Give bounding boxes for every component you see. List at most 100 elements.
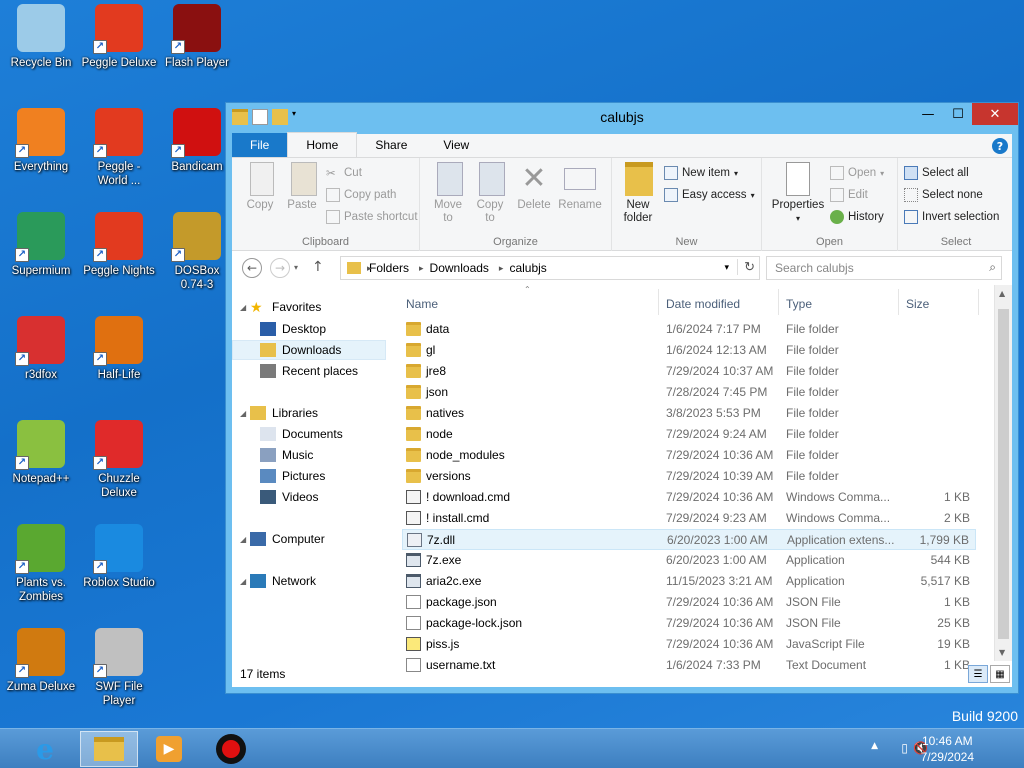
copy-to-button[interactable]: Copy to — [470, 162, 510, 225]
file-row[interactable]: data 1/6/2024 7:17 PM File folder — [402, 319, 976, 340]
desktop-icon-zuma[interactable]: ↗ Zuma Deluxe — [0, 628, 82, 728]
scroll-up-icon[interactable]: ▲ — [999, 289, 1005, 298]
nav-item-favorites[interactable]: ◢ ★ Favorites — [240, 297, 321, 317]
tab-share[interactable]: Share — [357, 133, 425, 157]
file-row[interactable]: 7z.dll 6/20/2023 1:00 AM Application exten… — [402, 529, 976, 550]
close-button[interactable]: ✕ — [972, 103, 1018, 125]
nav-item-downloads[interactable]: Downloads — [232, 340, 386, 360]
invert-selection-button[interactable]: Invert selection — [904, 208, 999, 226]
select-all-button[interactable]: Select all — [904, 164, 969, 182]
search-input[interactable]: Search calubjs — [766, 256, 1002, 280]
back-button[interactable]: ← — [242, 258, 262, 278]
recent-locations-icon[interactable]: ▾ — [294, 263, 298, 272]
file-row[interactable]: package.json 7/29/2024 10:36 AM JSON File 1… — [402, 592, 976, 613]
expand-chevron-icon[interactable]: ◢ — [240, 409, 246, 418]
column-divider[interactable] — [978, 289, 979, 315]
breadcrumb-calubjs[interactable]: calubjs — [509, 261, 546, 275]
network-tray-icon[interactable]: ▯ — [901, 741, 908, 755]
delete-button[interactable]: ✕ Delete — [514, 162, 554, 212]
nav-item-music[interactable]: Music — [260, 445, 313, 465]
cut-button[interactable]: ✂ Cut — [326, 164, 362, 182]
file-row[interactable]: node 7/29/2024 9:24 AM File folder — [402, 424, 976, 445]
forward-button[interactable]: → — [270, 258, 290, 278]
nav-item-computer[interactable]: ◢ Computer — [240, 529, 325, 549]
nav-item-documents[interactable]: Documents — [260, 424, 343, 444]
chevron-right-icon[interactable]: ▸ — [419, 263, 424, 274]
expand-chevron-icon[interactable]: ◢ — [240, 535, 246, 544]
edit-button[interactable]: Edit — [830, 186, 868, 204]
taskbar-media-player[interactable]: ▶ — [140, 731, 198, 767]
refresh-icon[interactable]: ↻ — [737, 259, 755, 275]
scroll-down-icon[interactable]: ▼ — [999, 648, 1005, 657]
column-divider[interactable] — [658, 289, 659, 315]
desktop-icon-pvz[interactable]: ↗ Plants vs. Zombies — [0, 524, 82, 624]
chevron-right-icon[interactable]: ▸ — [499, 263, 504, 274]
desktop-icon-peggle[interactable]: ↗ Peggle Nights — [78, 212, 160, 312]
tab-file[interactable]: File — [232, 133, 288, 157]
nav-item-videos[interactable]: Videos — [260, 487, 318, 507]
address-field[interactable]: ▸ Folders ▸ Downloads ▸ calubjs ▾ ↻ — [340, 256, 760, 280]
column-header-type[interactable]: Type — [786, 297, 812, 317]
large-icons-view-button[interactable]: ▦ — [990, 665, 1010, 683]
file-row[interactable]: ! install.cmd 7/29/2024 9:23 AM Windows Co… — [402, 508, 976, 529]
up-arrow-icon[interactable]: ↑ — [312, 259, 324, 275]
desktop-icon-notepadpp[interactable]: ↗ Notepad++ — [0, 420, 82, 520]
title-bar[interactable]: ▾ calubjs — ☐ ✕ — [226, 103, 1018, 133]
file-row[interactable]: piss.js 7/29/2024 10:36 AM JavaScript File… — [402, 634, 976, 655]
nav-item-network[interactable]: ◢ Network — [240, 571, 316, 591]
file-row[interactable]: versions 7/29/2024 10:39 AM File folder — [402, 466, 976, 487]
help-icon[interactable]: ? — [992, 138, 1008, 154]
file-row[interactable]: 7z.exe 6/20/2023 1:00 AM Application 544 KB — [402, 550, 976, 571]
column-header-size[interactable]: Size — [906, 297, 929, 317]
file-row[interactable]: node_modules 7/29/2024 10:36 AM File folde… — [402, 445, 976, 466]
file-row[interactable]: package-lock.json 7/29/2024 10:36 AM JSON … — [402, 613, 976, 634]
desktop-icon-recycle-bin[interactable]: Recycle Bin — [0, 4, 82, 104]
copy-path-button[interactable]: Copy path — [326, 186, 396, 204]
search-icon[interactable]: ⌕ — [989, 260, 996, 275]
expand-chevron-icon[interactable]: ◢ — [240, 577, 246, 586]
desktop-icon-supermium[interactable]: ↗ Supermium — [0, 212, 82, 312]
desktop-icon-peggle[interactable]: ↗ Peggle Deluxe — [78, 4, 160, 104]
maximize-button[interactable]: ☐ — [943, 103, 973, 125]
expand-chevron-icon[interactable]: ◢ — [240, 303, 246, 312]
file-row[interactable]: natives 3/8/2023 5:53 PM File folder — [402, 403, 976, 424]
select-none-button[interactable]: Select none — [904, 186, 983, 204]
scroll-thumb[interactable] — [998, 309, 1009, 639]
vertical-scrollbar[interactable]: ▲ ▼ — [994, 285, 1012, 661]
column-divider[interactable] — [898, 289, 899, 315]
properties-button[interactable]: Properties ▾ — [768, 162, 828, 225]
taskbar-internet-explorer[interactable]: e — [16, 731, 74, 767]
desktop-icon-roblox-studio[interactable]: ↗ Roblox Studio — [78, 524, 160, 624]
minimize-button[interactable]: — — [913, 103, 943, 125]
file-row[interactable]: json 7/28/2024 7:45 PM File folder — [402, 382, 976, 403]
nav-item-recent-places[interactable]: Recent places — [260, 361, 358, 381]
desktop-icon-flash[interactable]: ↗ Flash Player — [156, 4, 238, 104]
nav-item-libraries[interactable]: ◢ Libraries — [240, 403, 318, 423]
column-divider[interactable] — [778, 289, 779, 315]
file-row[interactable]: gl 1/6/2024 12:13 AM File folder — [402, 340, 976, 361]
desktop-icon-chuzzle[interactable]: ↗ Chuzzle Deluxe — [78, 420, 160, 520]
desktop-icon-r3dfox[interactable]: ↗ r3dfox — [0, 316, 82, 416]
tab-view[interactable]: View — [425, 133, 487, 157]
show-hidden-icons-icon[interactable]: ▲ — [871, 741, 878, 751]
easy-access-button[interactable]: Easy access ▾ — [664, 186, 755, 204]
new-folder-button[interactable]: New folder — [618, 162, 658, 225]
desktop-icon-peggle[interactable]: ↗ Peggle - World ... — [78, 108, 160, 208]
desktop-icon-everything[interactable]: ↗ Everything — [0, 108, 82, 208]
desktop-icon-halflife[interactable]: ↗ Half-Life — [78, 316, 160, 416]
rename-button[interactable]: Rename — [556, 162, 604, 212]
clock[interactable]: 10:46 AM 7/29/2024 — [921, 733, 974, 765]
move-to-button[interactable]: Move to — [428, 162, 468, 225]
explorer-window[interactable]: ▾ calubjs — ☐ ✕ File Home Share View ? C… — [225, 102, 1019, 694]
file-row[interactable]: aria2c.exe 11/15/2023 3:21 AM Application 5… — [402, 571, 976, 592]
new-item-button[interactable]: New item ▾ — [664, 164, 738, 182]
chevron-down-icon[interactable]: ▾ — [724, 262, 729, 273]
nav-item-desktop[interactable]: Desktop — [260, 319, 326, 339]
taskbar-file-explorer[interactable] — [80, 731, 138, 767]
paste-shortcut-button[interactable]: Paste shortcut — [326, 208, 418, 226]
breadcrumb-downloads[interactable]: Downloads — [430, 261, 489, 275]
desktop-icon-swf-player[interactable]: ↗ SWF File Player — [78, 628, 160, 728]
copy-button[interactable]: Copy — [240, 162, 280, 212]
breadcrumb-folders[interactable]: Folders — [369, 261, 409, 275]
details-view-button[interactable]: ☰ — [968, 665, 988, 683]
